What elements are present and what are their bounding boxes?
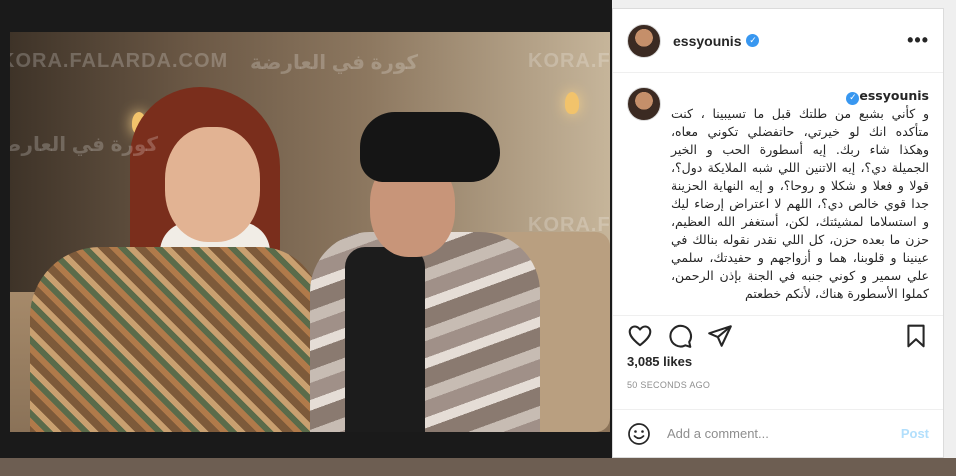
comment-bar: Post: [613, 409, 943, 457]
watermark-text: KORA.FALARDA.COM: [528, 214, 610, 236]
caption-text: essyounis✓ و كأني بشبع من طلتك قبل ما تسي…: [671, 87, 929, 303]
post-timestamp[interactable]: 50 SECONDS AGO: [627, 380, 710, 390]
paper-plane-icon[interactable]: [707, 323, 733, 349]
avatar[interactable]: [627, 87, 661, 121]
post-media-frame: KORA.FALARDA.COM كورة في العارضة KORA.FA…: [0, 0, 612, 458]
post-header: essyounis ✓ •••: [613, 9, 943, 73]
watermark-text: KORA.FALARDA.COM: [10, 50, 229, 72]
post-side-panel: essyounis ✓ ••• essyounis✓ و كأني بشبع من…: [612, 8, 944, 458]
watermark-text: كورة في العارضة: [250, 52, 419, 74]
header-username[interactable]: essyounis: [673, 33, 741, 49]
action-bar: [613, 315, 943, 355]
more-options-icon[interactable]: •••: [907, 30, 929, 51]
likes-count[interactable]: 3,085 likes: [627, 354, 692, 369]
verified-badge-icon: ✓: [746, 34, 760, 47]
background-strip: [0, 458, 956, 476]
bookmark-icon[interactable]: [903, 323, 929, 349]
post-photo[interactable]: KORA.FALARDA.COM كورة في العارضة KORA.FA…: [10, 32, 610, 432]
comment-icon[interactable]: [667, 323, 693, 349]
avatar[interactable]: [627, 23, 661, 58]
watermark-text: كورة في العارضة: [10, 134, 159, 156]
smiley-icon[interactable]: [627, 422, 651, 446]
caption-body: و كأني بشبع من طلتك قبل ما تسيبينا ، كنت…: [671, 106, 929, 301]
lamp-light: [565, 92, 579, 114]
verified-badge-icon: ✓: [846, 91, 860, 105]
caption-section: essyounis✓ و كأني بشبع من طلتك قبل ما تسي…: [613, 73, 943, 303]
heart-icon[interactable]: [627, 323, 653, 349]
caption-username[interactable]: essyounis: [859, 88, 929, 103]
post-comment-button[interactable]: Post: [901, 426, 929, 441]
watermark-text: KORA.FALARDA.COM: [528, 50, 610, 72]
comment-input[interactable]: [665, 425, 901, 442]
